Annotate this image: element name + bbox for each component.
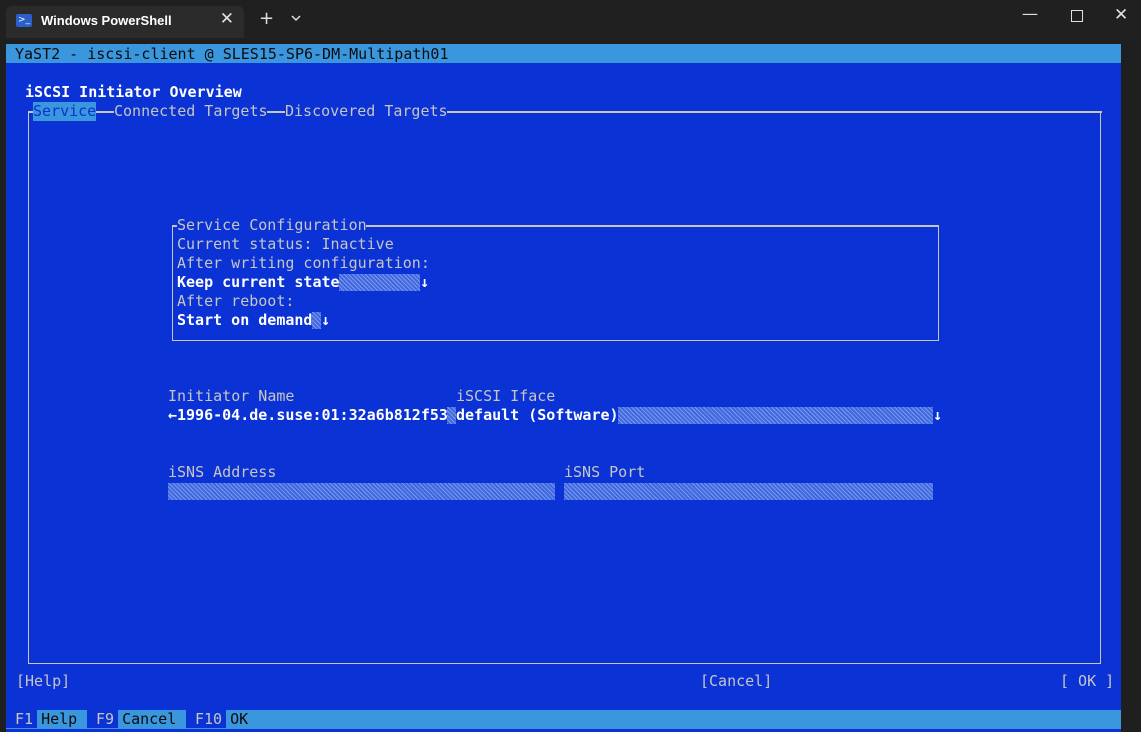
- minimize-icon[interactable]: —: [1022, 4, 1038, 23]
- tab-powershell[interactable]: >_ Windows PowerShell ✕: [6, 6, 244, 38]
- after-reboot-select[interactable]: Start on demand ↓: [177, 311, 337, 330]
- terminal: YaST2 - iscsi-client @ SLES15-SP6-DM-Mul…: [6, 44, 1121, 732]
- ok-button[interactable]: [ OK ]: [1060, 672, 1114, 691]
- fkey-help[interactable]: F1 Help: [6, 710, 81, 729]
- close-icon[interactable]: ✕: [1114, 5, 1128, 25]
- tab-close-icon[interactable]: ✕: [220, 9, 234, 29]
- yast-title-bar: YaST2 - iscsi-client @ SLES15-SP6-DM-Mul…: [6, 44, 1121, 63]
- isns-address-label: iSNS Address: [168, 463, 277, 481]
- service-config-label: Service Configuration: [177, 216, 367, 234]
- yast-title: YaST2 - iscsi-client @ SLES15-SP6-DM-Mul…: [15, 45, 449, 63]
- window-titlebar: >_ Windows PowerShell ✕ + — ✕: [0, 0, 1141, 38]
- after-writing-value: Keep current state: [177, 273, 340, 291]
- isns-port-input[interactable]: [564, 483, 933, 500]
- iscsi-iface-value: default (Software): [456, 406, 619, 424]
- new-tab-icon[interactable]: +: [259, 8, 274, 29]
- isns-port-label: iSNS Port: [564, 463, 646, 481]
- fkey-cancel[interactable]: F9 Cancel: [87, 710, 180, 729]
- dropdown-arrow-icon: ↓: [420, 273, 430, 291]
- tab-title: Windows PowerShell: [41, 13, 172, 28]
- iscsi-iface-label: iSCSI Iface: [456, 387, 556, 405]
- tab-connected-targets[interactable]: Connected Targets: [114, 102, 268, 121]
- cancel-button[interactable]: [Cancel]: [700, 672, 772, 691]
- initiator-name-value: 1996-04.de.suse:01:32a6b812f53: [177, 406, 448, 424]
- chevron-down-icon[interactable]: [289, 11, 303, 25]
- isns-address-input[interactable]: [168, 483, 555, 500]
- powershell-icon: >_: [16, 14, 32, 27]
- scroll-left-arrow-icon: ←: [168, 406, 178, 424]
- maximize-icon[interactable]: [1071, 10, 1083, 22]
- dropdown-arrow-icon: ↓: [933, 406, 943, 424]
- dropdown-arrow-icon: ↓: [321, 311, 331, 329]
- initiator-name-input[interactable]: ← 1996-04.de.suse:01:32a6b812f53: [168, 406, 456, 425]
- after-writing-label: After writing configuration:: [177, 254, 430, 272]
- fkey-ok[interactable]: F10 OK: [186, 710, 252, 729]
- tab-service[interactable]: Service: [33, 102, 97, 121]
- function-key-bar: F1 Help F9 Cancel F10 OK: [6, 710, 1121, 729]
- current-status: Current status: Inactive: [177, 235, 394, 253]
- after-writing-select[interactable]: Keep current state ↓: [177, 273, 432, 292]
- tab-discovered-targets[interactable]: Discovered Targets: [285, 102, 448, 121]
- iscsi-iface-select[interactable]: default (Software) ↓: [456, 406, 946, 425]
- help-button[interactable]: [Help]: [16, 672, 70, 691]
- initiator-name-label: Initiator Name: [168, 387, 295, 405]
- after-reboot-label: After reboot:: [177, 292, 295, 310]
- after-reboot-value: Start on demand: [177, 311, 313, 329]
- page-title: iSCSI Initiator Overview: [25, 83, 242, 101]
